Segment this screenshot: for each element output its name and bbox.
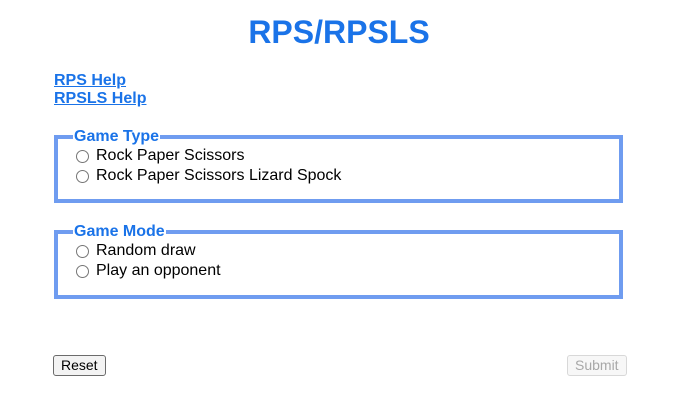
game-mode-option-opponent[interactable]: Play an opponent — [76, 261, 619, 281]
game-type-radio-rpsls[interactable] — [76, 169, 89, 183]
game-type-option-label: Rock Paper Scissors Lizard Spock — [96, 167, 342, 184]
game-mode-fieldset: Game Mode Random draw Play an opponent — [54, 223, 623, 299]
game-mode-option-label: Random draw — [96, 242, 196, 259]
game-type-radio-rps[interactable] — [76, 149, 89, 163]
game-type-option-label: Rock Paper Scissors — [96, 147, 245, 164]
submit-button[interactable]: Submit — [567, 355, 627, 376]
game-mode-option-label: Play an opponent — [96, 262, 221, 279]
help-links: RPS Help RPSLS Help — [54, 72, 146, 108]
game-mode-radio-random[interactable] — [76, 244, 89, 258]
reset-button[interactable]: Reset — [53, 355, 106, 376]
rpsls-help-link[interactable]: RPSLS Help — [54, 90, 146, 108]
rps-help-link[interactable]: RPS Help — [54, 72, 146, 90]
game-mode-option-random[interactable]: Random draw — [76, 241, 619, 261]
game-type-option-rps[interactable]: Rock Paper Scissors — [76, 146, 619, 166]
game-type-option-rpsls[interactable]: Rock Paper Scissors Lizard Spock — [76, 166, 619, 186]
game-type-legend: Game Type — [74, 128, 160, 145]
page-title: RPS/RPSLS — [248, 14, 430, 50]
game-type-fieldset: Game Type Rock Paper Scissors Rock Paper… — [54, 128, 623, 203]
game-mode-radio-opponent[interactable] — [76, 264, 89, 278]
game-mode-legend: Game Mode — [74, 223, 165, 240]
